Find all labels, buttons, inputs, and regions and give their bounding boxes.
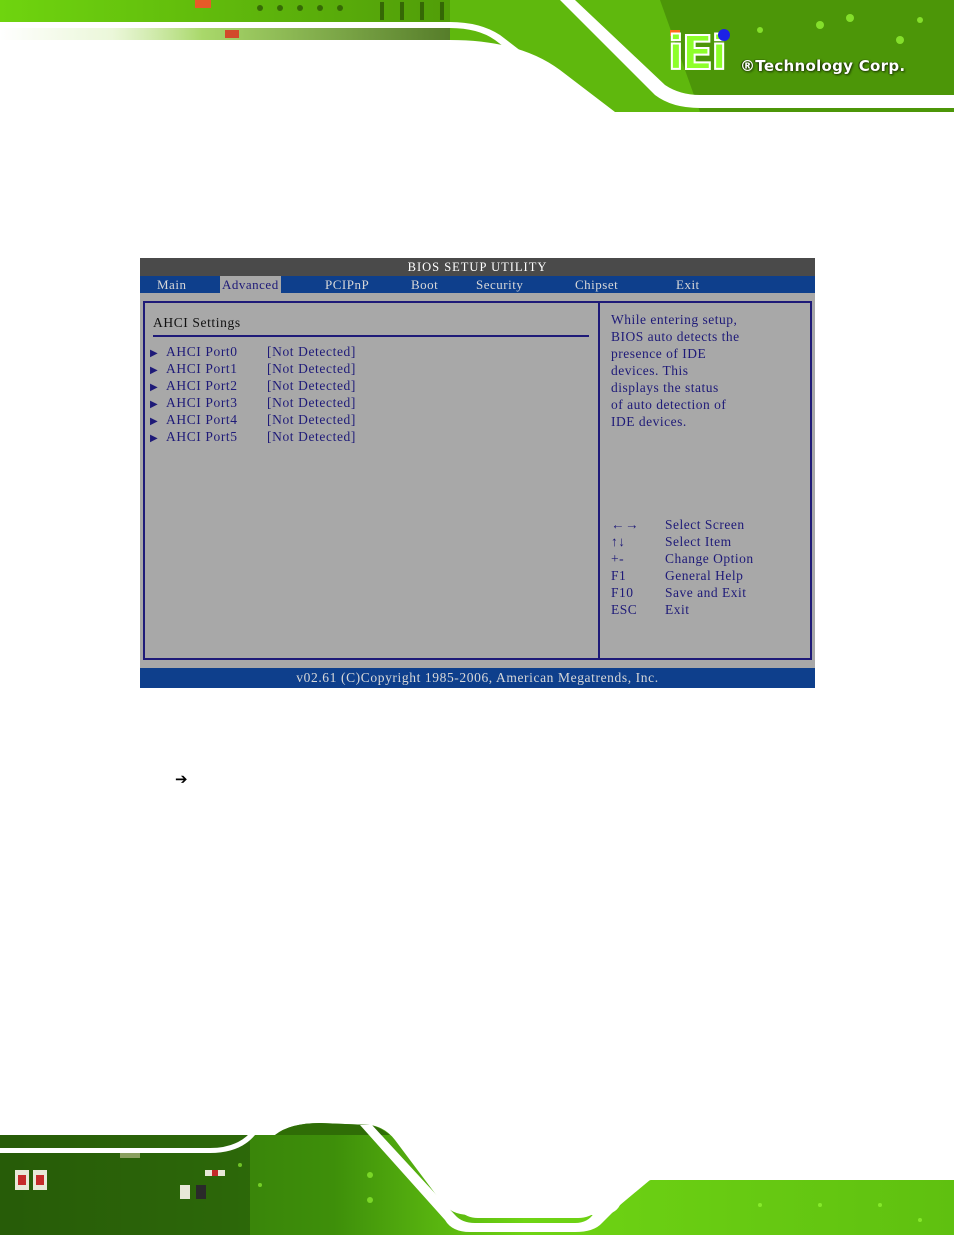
tab-exit[interactable]: Exit (674, 276, 702, 293)
port-status: [Not Detected] (267, 395, 356, 410)
port-status: [Not Detected] (267, 378, 356, 393)
port-status: [Not Detected] (267, 361, 356, 376)
help-panel: While entering setup, BIOS auto detects … (602, 303, 810, 658)
port-item-2[interactable]: ▶ AHCI Port2 [Not Detected] (150, 377, 356, 394)
help-line: devices. This (611, 363, 689, 378)
port-status: [Not Detected] (267, 344, 356, 359)
help-line: of auto detection of (611, 397, 727, 412)
bios-title-bar: BIOS SETUP UTILITY (140, 258, 815, 276)
company-name: ®Technology Corp. (740, 57, 906, 75)
key-row-save-exit: F10 Save and Exit (611, 584, 754, 601)
port-name: AHCI Port2 (166, 378, 238, 393)
section-divider (153, 335, 589, 337)
pcb-header-artwork (0, 0, 954, 112)
port-name: AHCI Port1 (166, 361, 238, 376)
settings-panel: AHCI Settings ▶ AHCI Port0 [Not Detected] … (145, 303, 600, 658)
key-action: General Help (665, 568, 744, 583)
bios-menu-bar: Main Advanced PCIPnP Boot Security Chips… (140, 276, 815, 293)
pcb-footer-artwork (0, 1115, 954, 1235)
page-footer-banner (0, 1115, 954, 1235)
key-label: F10 (611, 585, 634, 600)
left-right-arrows-icon: ←→ (611, 517, 639, 532)
key-action: Save and Exit (665, 585, 747, 600)
port-name: AHCI Port0 (166, 344, 238, 359)
port-item-0[interactable]: ▶ AHCI Port0 [Not Detected] (150, 343, 356, 360)
help-line: BIOS auto detects the (611, 329, 740, 344)
key-row-general-help: F1 General Help (611, 567, 754, 584)
key-label: F1 (611, 568, 627, 583)
submenu-arrow-icon: ▶ (150, 433, 159, 444)
logo-dot (718, 29, 730, 41)
tab-main[interactable]: Main (155, 276, 188, 293)
tab-advanced[interactable]: Advanced (220, 276, 281, 293)
tab-security[interactable]: Security (474, 276, 525, 293)
page-header-banner: iEi ®Technology Corp. (0, 0, 954, 112)
arrow-right-icon: ➔ (175, 770, 188, 788)
key-action: Change Option (665, 551, 754, 566)
port-item-5[interactable]: ▶ AHCI Port5 [Not Detected] (150, 428, 356, 445)
key-label: ESC (611, 602, 638, 617)
help-line: presence of IDE (611, 346, 707, 361)
section-title: AHCI Settings (153, 315, 241, 330)
key-row-select-item: ↑↓ Select Item (611, 533, 754, 550)
key-row-select-screen: ←→ Select Screen (611, 516, 754, 533)
port-name: AHCI Port3 (166, 395, 238, 410)
key-label: +- (611, 551, 625, 566)
tab-chipset[interactable]: Chipset (573, 276, 620, 293)
key-action: Select Item (665, 534, 732, 549)
key-legend: ←→ Select Screen ↑↓ Select Item +- Change O… (611, 516, 754, 618)
port-list: ▶ AHCI Port0 [Not Detected] ▶ AHCI Port1 [No… (150, 343, 356, 445)
key-row-exit: ESC Exit (611, 601, 754, 618)
port-item-3[interactable]: ▶ AHCI Port3 [Not Detected] (150, 394, 356, 411)
help-line: While entering setup, (611, 312, 738, 327)
key-row-change-option: +- Change Option (611, 550, 754, 567)
bios-setup-screen: BIOS SETUP UTILITY Main Advanced PCIPnP … (140, 258, 815, 688)
port-item-1[interactable]: ▶ AHCI Port1 [Not Detected] (150, 360, 356, 377)
port-name: AHCI Port5 (166, 429, 238, 444)
key-action: Select Screen (665, 517, 745, 532)
tab-pcipnp[interactable]: PCIPnP (323, 276, 371, 293)
tab-boot[interactable]: Boot (409, 276, 440, 293)
port-name: AHCI Port4 (166, 412, 238, 427)
bios-content-frame: AHCI Settings ▶ AHCI Port0 [Not Detected] … (143, 301, 812, 660)
help-line: displays the status (611, 380, 719, 395)
up-down-arrows-icon: ↑↓ (611, 534, 626, 549)
port-status: [Not Detected] (267, 429, 356, 444)
key-action: Exit (665, 602, 690, 617)
company-logo: iEi (667, 26, 728, 80)
help-description: While entering setup, BIOS auto detects … (611, 311, 811, 430)
logo-mark: iEi (667, 26, 728, 80)
port-item-4[interactable]: ▶ AHCI Port4 [Not Detected] (150, 411, 356, 428)
bios-copyright-bar: v02.61 (C)Copyright 1985-2006, American … (140, 668, 815, 688)
help-line: IDE devices. (611, 414, 687, 429)
port-status: [Not Detected] (267, 412, 356, 427)
